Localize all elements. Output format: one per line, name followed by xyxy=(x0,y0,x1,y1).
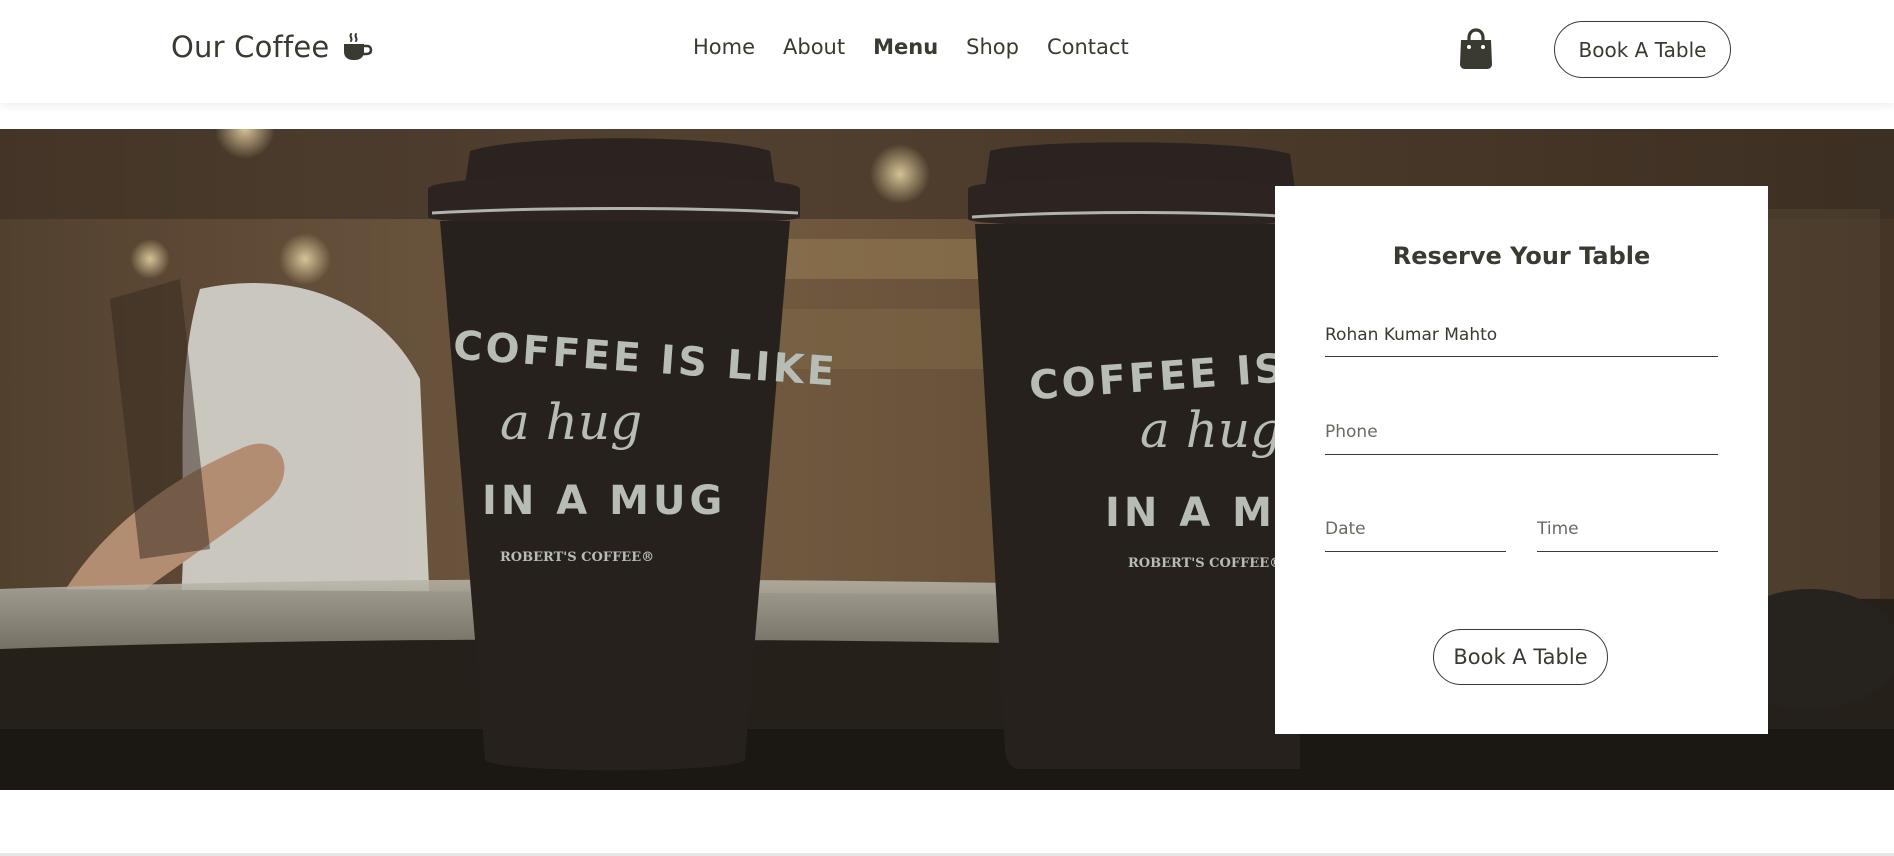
logo[interactable]: Our Coffee xyxy=(171,30,373,64)
reservation-book-table-button[interactable]: Book A Table xyxy=(1433,629,1608,685)
coffee-cup-icon xyxy=(344,33,373,60)
nav-shop[interactable]: Shop xyxy=(966,35,1019,59)
site-header: Our Coffee Home About Menu Shop Contact … xyxy=(0,0,1894,103)
shopping-bag-icon[interactable] xyxy=(1458,28,1494,70)
nav-about[interactable]: About xyxy=(783,35,845,59)
date-input[interactable] xyxy=(1325,515,1506,552)
header-book-table-button[interactable]: Book A Table xyxy=(1554,21,1731,78)
main-nav: Home About Menu Shop Contact xyxy=(693,35,1129,59)
nav-contact[interactable]: Contact xyxy=(1047,35,1129,59)
nav-home[interactable]: Home xyxy=(693,35,755,59)
reservation-title: Reserve Your Table xyxy=(1392,242,1651,270)
logo-text: Our Coffee xyxy=(171,30,330,64)
phone-input[interactable] xyxy=(1325,418,1718,455)
name-input[interactable] xyxy=(1325,321,1718,357)
nav-menu[interactable]: Menu xyxy=(873,35,938,59)
time-input[interactable] xyxy=(1537,515,1718,552)
reservation-card: Reserve Your Table Book A Table xyxy=(1275,186,1768,734)
